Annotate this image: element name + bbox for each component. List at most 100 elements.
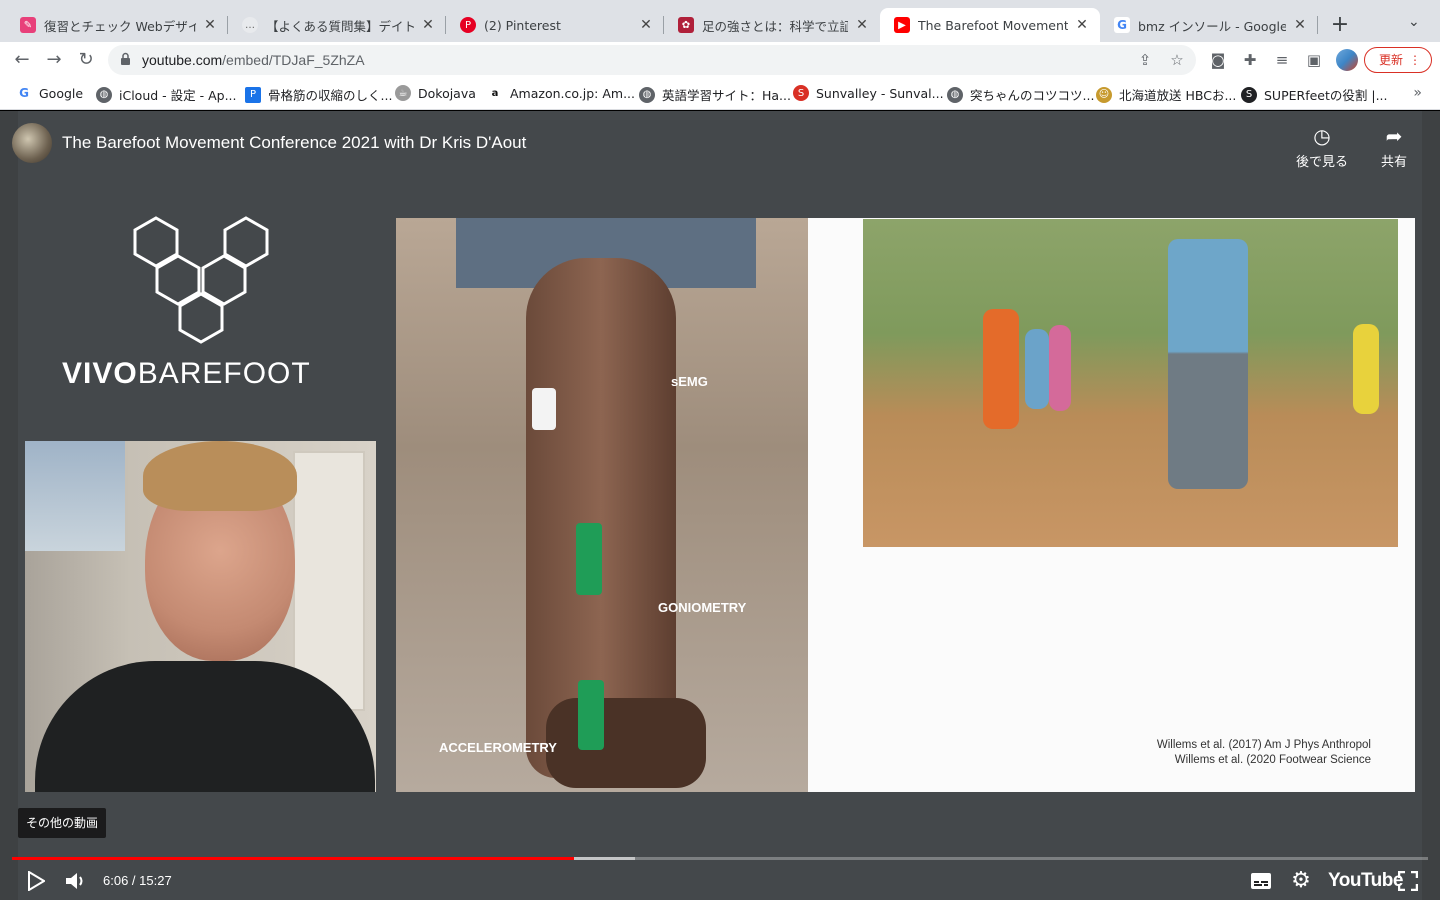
java-icon: ☕ [395,85,411,101]
close-icon[interactable]: ✕ [1292,17,1308,33]
back-arrow-icon[interactable]: ← [10,48,34,72]
google-icon: G [1114,17,1130,33]
tab-5-active[interactable]: ▶ The Barefoot Movement Co ✕ [880,8,1100,42]
citation: Willems et al. (2017) Am J Phys Anthropo… [1157,738,1371,768]
side-panel-icon[interactable]: ▣ [1304,50,1324,70]
bookmark-dokojava[interactable]: ☕ Dokojava [395,85,476,101]
girl-figure [1025,329,1049,409]
sunvalley-icon: S [793,85,809,101]
reload-icon[interactable]: ↻ [74,48,98,72]
share-button[interactable]: ➦ 共有 [1359,123,1429,170]
bookmark-muscle[interactable]: P 骨格筋の収縮のしく... [245,85,392,104]
time-display: 6:06 / 15:27 [103,873,172,888]
globe-icon: ◍ [96,86,112,103]
url-text[interactable]: youtube.com/embed/TDJaF_5ZhZA [142,45,365,75]
video-player[interactable]: The Barefoot Movement Conference 2021 wi… [0,111,1440,900]
media-control-icon[interactable]: ≡ [1272,50,1292,70]
child-figure [1353,324,1379,414]
tab-3[interactable]: P (2) Pinterest ✕ [446,8,664,42]
more-videos-button[interactable]: その他の動画 [18,808,107,838]
tab-title: (2) Pinterest [484,17,561,33]
watch-later-button[interactable]: ◷ 後で見る [1287,123,1357,170]
video-title[interactable]: The Barefoot Movement Conference 2021 wi… [62,133,526,153]
close-icon[interactable]: ✕ [854,17,870,33]
bookmark-sunvalley[interactable]: S Sunvalley - Sunval... [793,85,944,101]
clock-icon: ◷ [1313,124,1331,148]
man-figure [1168,239,1248,489]
tab-6[interactable]: G bmz インソール - Google Se ✕ [1100,8,1318,42]
chat-favicon-icon: … [242,17,258,33]
forward-arrow-icon[interactable]: → [42,48,66,72]
play-icon [28,870,46,892]
channel-avatar[interactable] [12,123,52,163]
pinterest-icon: P [460,17,476,33]
subtitles-button[interactable] [1249,868,1273,894]
tab-2[interactable]: … 【よくある質問集】デイトラ ✕ [228,8,446,42]
close-icon[interactable]: ✕ [420,17,436,33]
accelerometry-label: ACCELEROMETRY [439,740,557,755]
goniometry-sensor [576,523,602,595]
bookmark-amazon[interactable]: a Amazon.co.jp: Am... [487,85,635,101]
youtube-logo[interactable]: YouTube [1328,868,1403,894]
bookmark-icloud[interactable]: ◍ iCloud - 設定 - Ap... [96,85,237,104]
tab-separator [1317,16,1318,34]
slide-right-panel: Willems et al. (2017) Am J Phys Anthropo… [808,218,1415,792]
url-host: youtube.com [142,52,223,68]
mute-button[interactable] [62,868,88,894]
camera-icon[interactable]: ◙ [1208,50,1228,70]
tab-4[interactable]: ✿ 足の強さとは：科学で立証され ✕ [664,8,880,42]
close-icon[interactable]: ✕ [202,17,218,33]
close-icon[interactable]: ✕ [638,17,654,33]
youtube-icon: ▶ [894,17,910,33]
new-tab-button[interactable]: + [1330,12,1350,37]
play-button[interactable] [24,868,48,894]
citation-line-1: Willems et al. (2017) Am J Phys Anthropo… [1156,739,1371,751]
share-page-icon[interactable]: ⇪ [1135,50,1155,70]
vivobarefoot-logo-icon [133,216,269,344]
settings-button[interactable]: ⚙ [1289,868,1313,894]
share-arrow-icon: ➦ [1385,124,1403,148]
share-label: 共有 [1380,155,1407,170]
bookmark-label: Sunvalley - Sunval... [816,85,944,101]
close-icon[interactable]: ✕ [1074,17,1090,33]
daytra-favicon-icon: ✎ [20,17,36,33]
update-button[interactable]: 更新 ⋮ [1364,47,1432,73]
tab-1[interactable]: ✎ 復習とチェック Webデザイン ✕ [6,8,228,42]
brand-bold: VIVO [62,357,138,390]
bookmark-star-icon[interactable]: ☆ [1167,50,1187,70]
bookmark-label: 北海道放送 HBCお... [1119,88,1237,103]
bookmark-kotsukotsu[interactable]: ◍ 突ちゃんのコツコツ... [947,85,1094,104]
tab-title: 足の強さとは：科学で立証され [702,18,848,34]
update-label: 更新 [1379,53,1404,67]
bookmark-hbc[interactable]: ☺ 北海道放送 HBCお... [1096,85,1236,104]
progress-played [12,857,575,860]
extensions-puzzle-icon[interactable]: ✚ [1240,50,1260,70]
address-bar[interactable]: youtube.com/embed/TDJaF_5ZhZA ⇪ ☆ [108,45,1196,75]
bookmark-label: 骨格筋の収縮のしく... [268,88,393,103]
vivobarefoot-favicon-icon: ✿ [678,17,694,33]
amazon-icon: a [487,85,503,101]
vivobarefoot-wordmark: VIVOBAREFOOT [62,357,311,391]
tab-search-chevron-down-icon[interactable]: ⌄ [1408,14,1420,30]
doc-icon: P [245,86,261,103]
bookmark-label: Google [39,85,84,101]
gear-icon: ⚙ [1291,868,1311,893]
tab-title: The Barefoot Movement Co [918,17,1068,33]
woman-figure [983,309,1019,429]
volume-icon [66,873,83,889]
semg-sensor [532,388,556,430]
tab-strip: ✎ 復習とチェック Webデザイン ✕ … 【よくある質問集】デイトラ ✕ P … [0,0,1440,42]
profile-avatar[interactable] [1336,49,1358,71]
fullscreen-button[interactable] [1396,868,1420,894]
chevron-double-right-icon[interactable]: » [1413,85,1422,101]
tab-title: 復習とチェック Webデザイン [44,18,196,34]
bookmark-google[interactable]: G Google [16,85,83,101]
progress-bar[interactable] [12,857,1428,860]
globe-icon: ◍ [639,86,655,103]
bookmark-english[interactable]: ◍ 英語学習サイト：Ha... [639,85,791,104]
bookmark-superfeet[interactable]: S SUPERfeetの役割 |... [1241,85,1388,104]
citation-line-2: Willems et al. (2020 Footwear Science [1174,754,1371,766]
semg-label: sEMG [671,374,708,389]
lock-icon [121,52,130,65]
goniometry-label: GONIOMETRY [658,600,747,615]
